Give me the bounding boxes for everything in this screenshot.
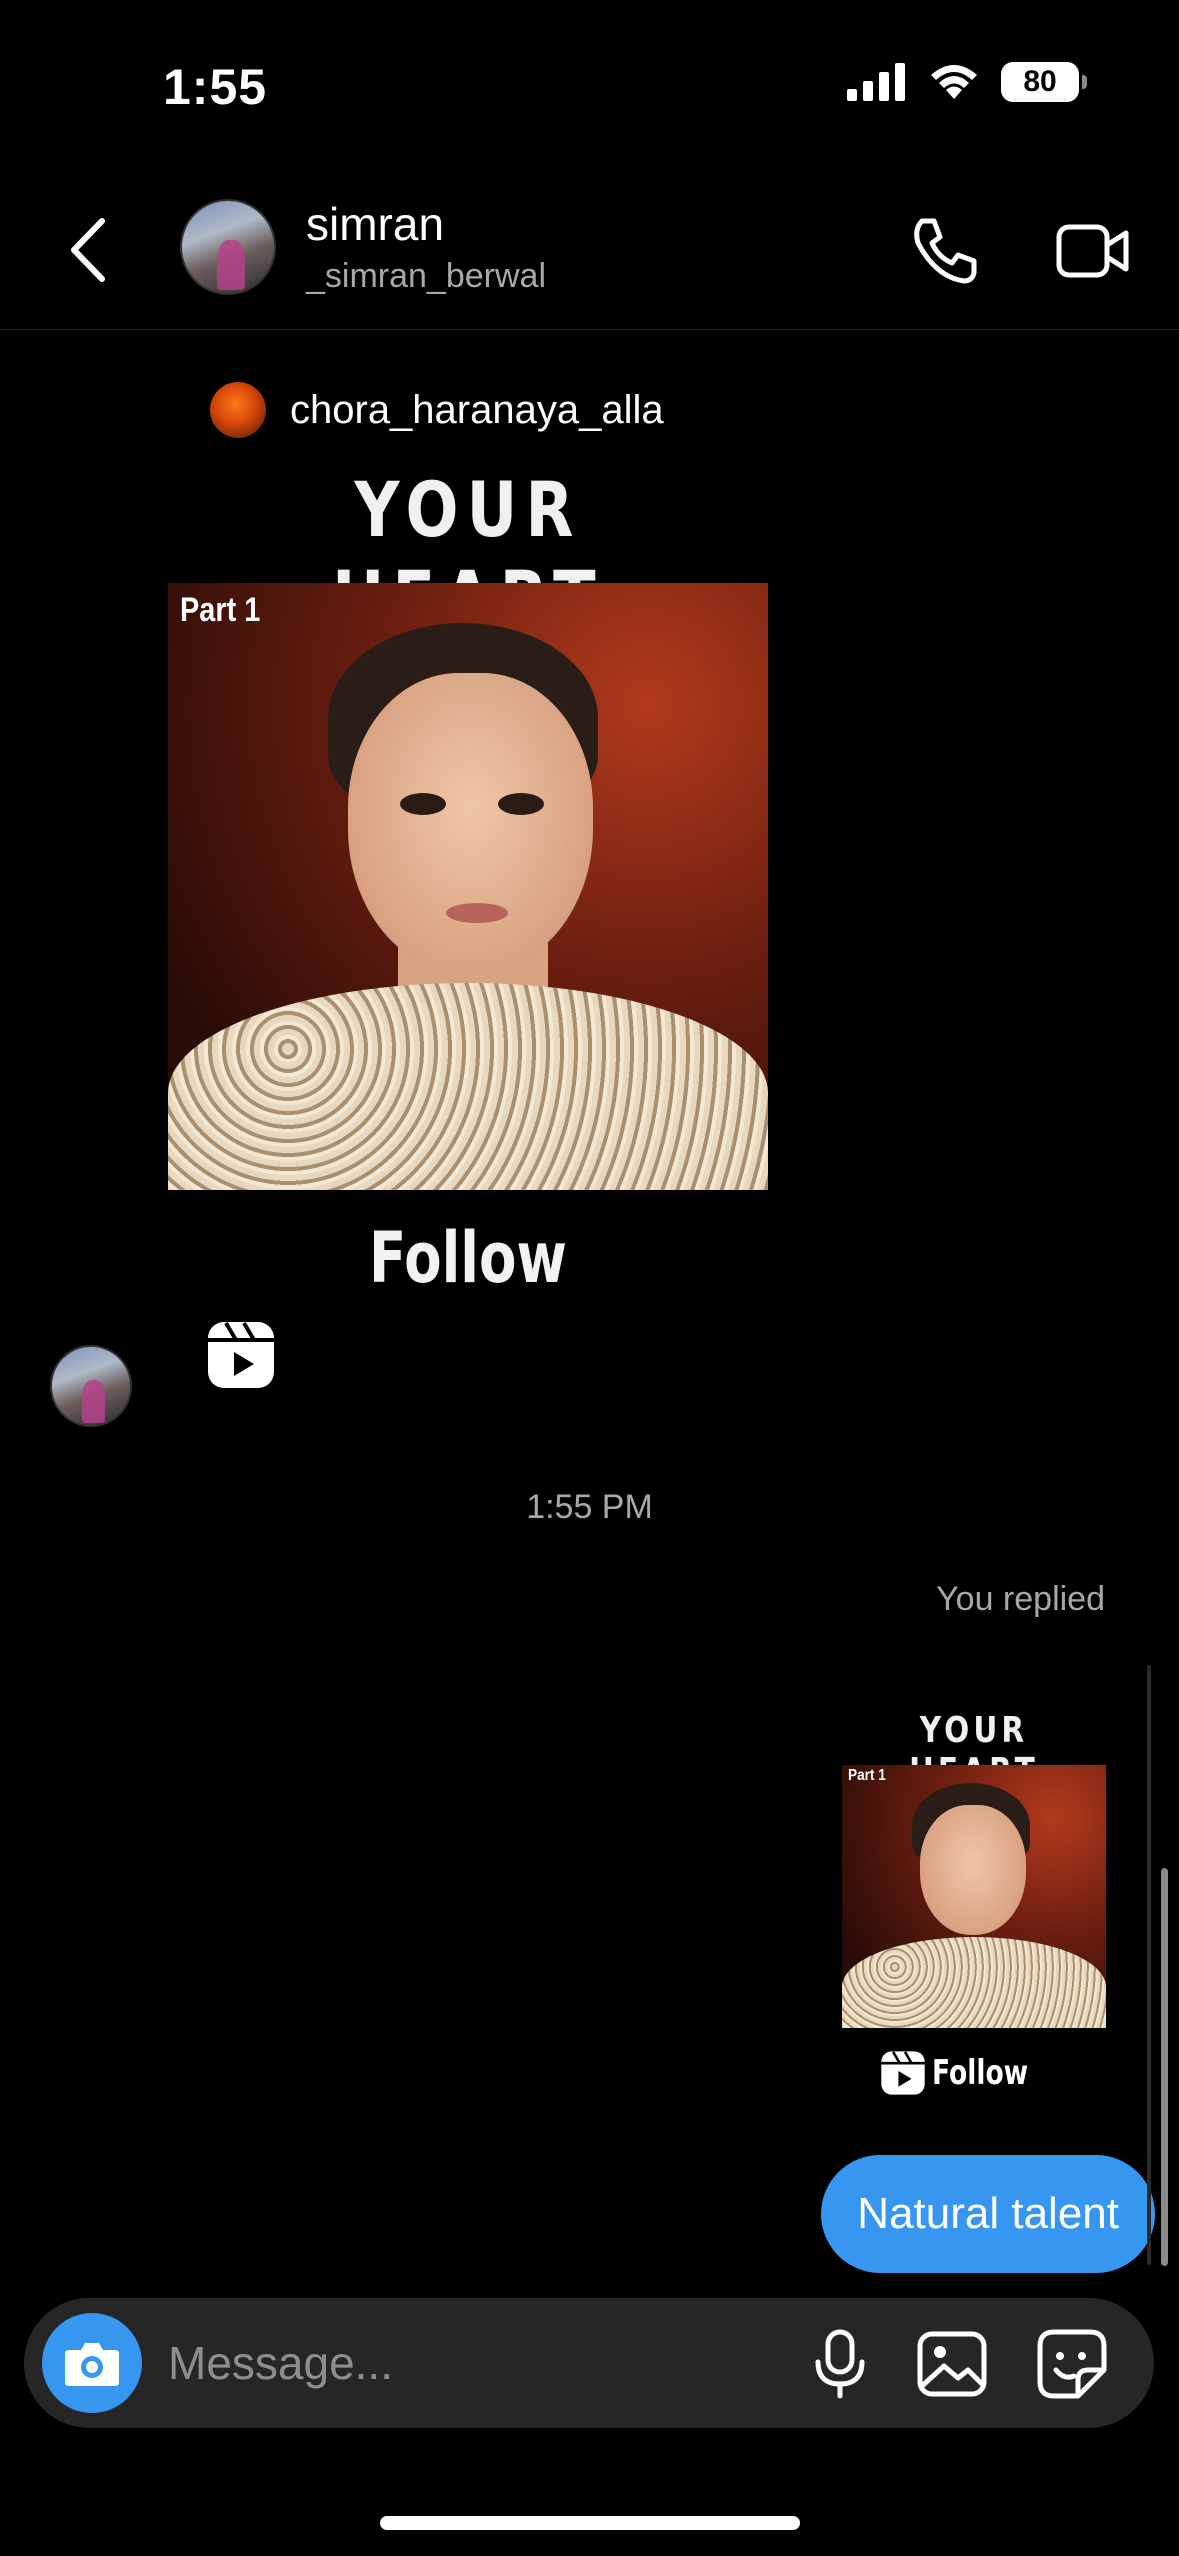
reply-preview-thumbnail: Part 1 — [842, 1765, 1106, 2028]
battery-indicator: 80 — [1001, 62, 1087, 102]
contact-handle[interactable]: _simran_berwal — [306, 257, 546, 296]
author-avatar — [210, 382, 266, 438]
home-indicator[interactable] — [380, 2516, 800, 2530]
camera-button[interactable] — [42, 2313, 142, 2413]
reel-thumbnail-face — [348, 673, 593, 973]
reel-follow-text: Follow — [369, 1217, 567, 1299]
camera-icon — [65, 2343, 119, 2386]
shared-post-author[interactable]: chora_haranaya_alla — [210, 382, 664, 438]
message-timestamp: 1:55 PM — [526, 1488, 653, 1526]
reply-thumbnail-dress — [842, 1937, 1106, 2028]
reply-follow-text: Follow — [932, 2053, 1029, 2093]
reel-thumbnail-eye-left — [400, 793, 446, 815]
scrollbar-thumb[interactable] — [1161, 1868, 1168, 2266]
cellular-signal-icon — [847, 63, 905, 101]
back-button[interactable] — [68, 215, 118, 285]
phone-icon — [914, 218, 977, 284]
gallery-icon[interactable] — [916, 2328, 988, 2400]
scrollbar-track — [1147, 1665, 1151, 2265]
message-input[interactable] — [168, 2298, 788, 2428]
shared-reel-card[interactable]: YOUR HEART Part 1 Follow — [168, 465, 768, 1420]
reply-thumbnail-face — [920, 1805, 1026, 1935]
part-label: Part 1 — [180, 591, 261, 629]
voice-call-button[interactable] — [908, 215, 980, 287]
reply-part-label: Part 1 — [848, 1767, 886, 1784]
microphone-icon[interactable] — [804, 2328, 876, 2400]
reel-thumbnail-dress — [168, 983, 768, 1190]
reel-icon — [208, 1321, 274, 1388]
contact-name[interactable]: simran — [306, 197, 444, 251]
sticker-icon[interactable] — [1036, 2328, 1108, 2400]
replied-label: You replied — [936, 1580, 1105, 1618]
reply-preview-footer: Follow — [880, 2050, 1055, 2096]
status-time: 1:55 — [163, 59, 268, 115]
reel-icon — [881, 2051, 925, 2095]
chevron-left-icon — [71, 218, 105, 282]
status-indicators: 80 — [847, 62, 1087, 102]
video-call-button[interactable] — [1056, 215, 1130, 287]
reply-preview[interactable]: YOUR HEART Part 1 Follow — [840, 1710, 1108, 2120]
author-name: chora_haranaya_alla — [290, 387, 664, 432]
reel-thumbnail-eye-right — [498, 793, 544, 815]
contact-avatar[interactable] — [180, 199, 276, 295]
sender-avatar[interactable] — [50, 1345, 132, 1427]
outgoing-message-bubble[interactable]: Natural talent — [821, 2155, 1155, 2273]
wifi-icon — [931, 65, 977, 99]
reel-thumbnail-lips — [446, 903, 508, 923]
message-composer — [24, 2298, 1154, 2428]
chat-header: simran _simran_berwal — [0, 185, 1179, 330]
reel-thumbnail: Part 1 — [168, 583, 768, 1190]
video-camera-icon — [1056, 224, 1129, 278]
